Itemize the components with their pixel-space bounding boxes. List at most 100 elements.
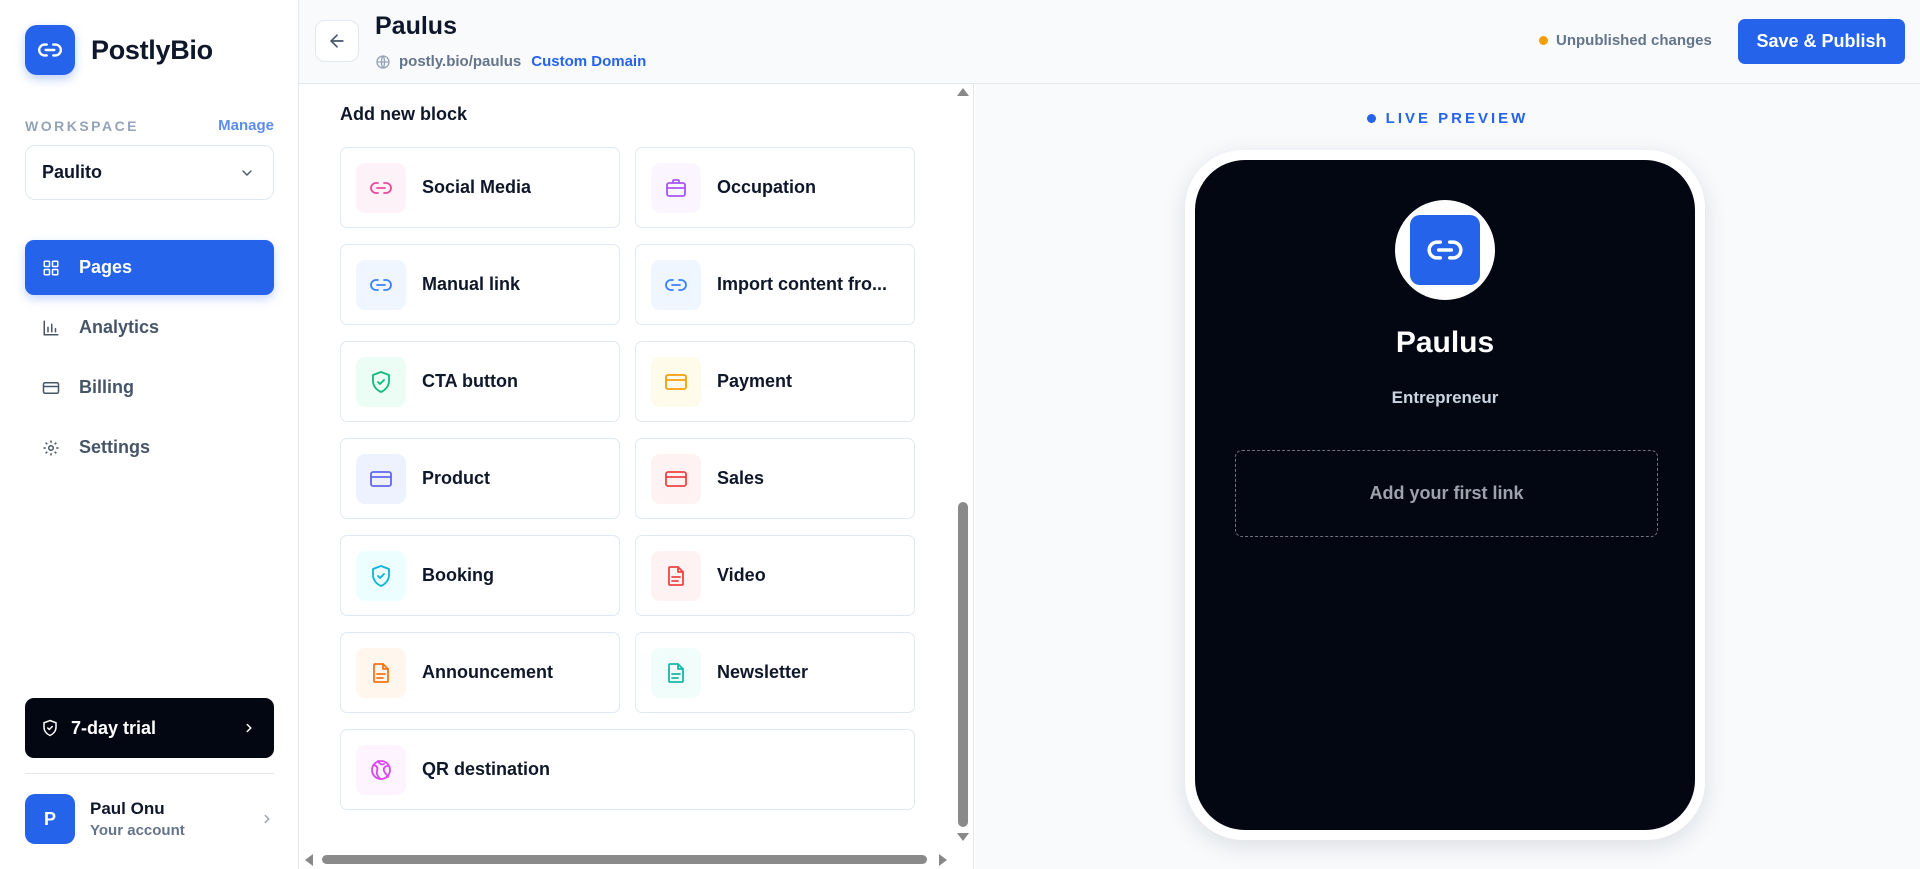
back-button[interactable] (315, 20, 359, 62)
block-option[interactable]: Sales (635, 438, 915, 519)
vertical-scroll-thumb[interactable] (958, 502, 968, 827)
block-option-label: Sales (717, 468, 765, 488)
sidebar-item-analytics[interactable]: Analytics (25, 300, 274, 355)
link-icon (651, 259, 701, 310)
chevron-right-icon (264, 814, 270, 824)
horizontal-scroll-thumb[interactable] (322, 855, 927, 864)
brand-logo (25, 25, 75, 75)
block-grid: Social Media Occupation Manual link Import … (340, 147, 915, 810)
bar-chart-icon (41, 318, 61, 338)
status-text: Unpublished changes (1556, 32, 1712, 49)
block-option[interactable]: Manual link (340, 244, 620, 325)
block-option[interactable]: Social Media (340, 147, 620, 228)
sidebar-divider (25, 773, 274, 774)
live-dot (1366, 114, 1376, 123)
live-preview-label: LIVE PREVIEW (975, 110, 1920, 127)
scroll-left-arrow-icon[interactable] (305, 854, 313, 866)
avatar: P (25, 794, 75, 844)
sidebar-item-billing[interactable]: Billing (25, 360, 274, 415)
chevron-down-icon (242, 169, 252, 176)
horizontal-scrollbar[interactable] (299, 849, 954, 869)
block-option-label: Payment (717, 371, 793, 391)
chevron-right-icon (246, 723, 252, 733)
block-option[interactable]: QR destination (340, 729, 915, 810)
scroll-right-arrow-icon[interactable] (939, 854, 947, 866)
block-option[interactable]: CTA button (340, 341, 620, 422)
add-first-link-button[interactable]: Add your first link (1235, 450, 1658, 537)
live-preview-panel: LIVE PREVIEW Paulus Entrepreneur Add you… (975, 84, 1920, 869)
workspace-manage-link[interactable]: Manage (218, 117, 274, 134)
link-icon (356, 162, 406, 213)
save-publish-button[interactable]: Save & Publish (1738, 19, 1905, 64)
trial-label: 7-day trial (71, 717, 157, 738)
sidebar-item-pages[interactable]: Pages (25, 240, 274, 295)
block-editor-panel: Add new block Social Media Occupation Manu… (299, 84, 974, 869)
sidebar: PostlyBio WORKSPACE Manage Paulito Pages… (0, 0, 299, 869)
custom-domain-link[interactable]: Custom Domain (531, 53, 646, 70)
profile-name: Paulus (1395, 326, 1495, 359)
block-option[interactable]: Import content fro... (635, 244, 915, 325)
block-option[interactable]: Announcement (340, 632, 620, 713)
block-option-label: Announcement (422, 662, 554, 682)
gear-icon (41, 438, 61, 458)
document-icon (356, 647, 406, 698)
sidebar-item-label: Settings (79, 437, 151, 457)
block-option[interactable]: Booking (340, 535, 620, 616)
section-title: Add new block (340, 104, 468, 124)
block-option-label: Social Media (422, 177, 532, 197)
link-icon (1427, 240, 1463, 260)
account-name: Paul Onu (90, 799, 165, 818)
credit-card-icon (356, 453, 406, 504)
shield-check-icon (356, 356, 406, 407)
block-option[interactable]: Occupation (635, 147, 915, 228)
block-option[interactable]: Payment (635, 341, 915, 422)
sidebar-item-label: Billing (79, 377, 134, 397)
link-icon (356, 259, 406, 310)
link-icon (38, 43, 62, 57)
brand-name: PostlyBio (91, 34, 213, 65)
briefcase-icon (651, 162, 701, 213)
credit-card-icon (41, 378, 61, 398)
status-badge: Unpublished changes (1539, 32, 1712, 49)
block-option[interactable]: Newsletter (635, 632, 915, 713)
globe-icon (356, 744, 406, 795)
block-option-label: Import content fro... (717, 274, 887, 294)
block-option[interactable]: Product (340, 438, 620, 519)
credit-card-icon (651, 356, 701, 407)
scroll-up-arrow-icon[interactable] (957, 88, 969, 96)
credit-card-icon (651, 453, 701, 504)
page-url[interactable]: postly.bio/paulus (399, 53, 521, 70)
block-option-label: Video (717, 565, 766, 585)
account-subtitle: Your account (90, 822, 185, 839)
arrow-left-icon (329, 34, 344, 48)
sidebar-item-label: Analytics (79, 317, 160, 337)
globe-icon (376, 54, 390, 69)
block-option-label: Occupation (717, 177, 817, 197)
workspace-select[interactable]: Paulito (25, 145, 274, 200)
block-option-label: Newsletter (717, 662, 809, 682)
phone-screen: Paulus Entrepreneur Add your first link (1195, 160, 1695, 830)
document-icon (651, 647, 701, 698)
block-option[interactable]: Video (635, 535, 915, 616)
live-preview-text: LIVE PREVIEW (1385, 110, 1529, 127)
block-option-label: Product (422, 468, 491, 488)
vertical-scrollbar[interactable] (954, 84, 972, 844)
document-icon (651, 550, 701, 601)
brand[interactable]: PostlyBio (25, 25, 213, 75)
top-header: Paulus postly.bio/paulus Custom Domain U… (299, 0, 1920, 84)
sidebar-item-label: Pages (79, 257, 133, 277)
profile-role: Entrepreneur (1391, 388, 1499, 407)
scroll-down-arrow-icon[interactable] (957, 833, 969, 841)
shield-check-icon (43, 719, 57, 737)
sidebar-item-settings[interactable]: Settings (25, 420, 274, 475)
trial-button[interactable]: 7-day trial (25, 698, 274, 758)
shield-check-icon (356, 550, 406, 601)
account-menu[interactable]: P Paul Onu Your account (25, 793, 274, 845)
workspace-row: WORKSPACE Manage (25, 117, 274, 134)
phone-frame: Paulus Entrepreneur Add your first link (1185, 150, 1705, 840)
status-dot (1539, 36, 1548, 45)
sidebar-nav: Pages Analytics Billing Settings (25, 240, 274, 480)
block-option-label: CTA button (422, 371, 518, 391)
grid-icon (41, 258, 61, 278)
block-option-label: QR destination (422, 759, 551, 779)
